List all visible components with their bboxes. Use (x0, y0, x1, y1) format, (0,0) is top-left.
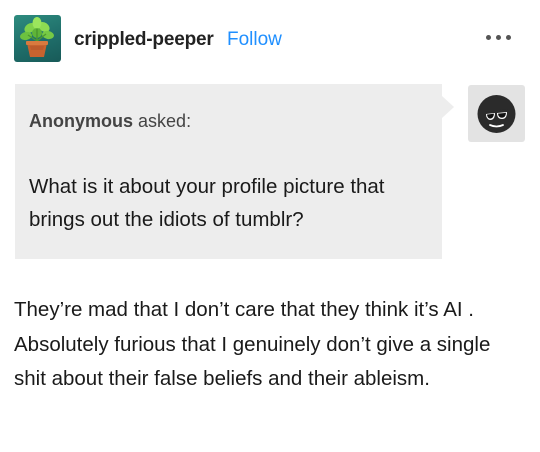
anonymous-avatar (468, 85, 525, 142)
blog-avatar[interactable] (14, 15, 61, 62)
asker-name[interactable]: Anonymous (29, 111, 133, 131)
post-header: crippled-peeper Follow (14, 15, 526, 63)
ask-bubble: Anonymous asked: What is it about your p… (15, 84, 454, 259)
follow-button[interactable]: Follow (227, 29, 282, 51)
more-options-icon[interactable] (486, 35, 514, 43)
asker-line: Anonymous asked: (29, 111, 191, 132)
asked-label: asked: (138, 111, 192, 131)
potted-plant-avatar-icon (20, 17, 54, 57)
ask-question: What is it about your profile picture th… (29, 175, 385, 231)
anonymous-sunglasses-avatar-icon (477, 95, 516, 133)
answer-text: They’re mad that I don’t care that they … (14, 298, 491, 390)
blog-name[interactable]: crippled-peeper (74, 29, 214, 51)
